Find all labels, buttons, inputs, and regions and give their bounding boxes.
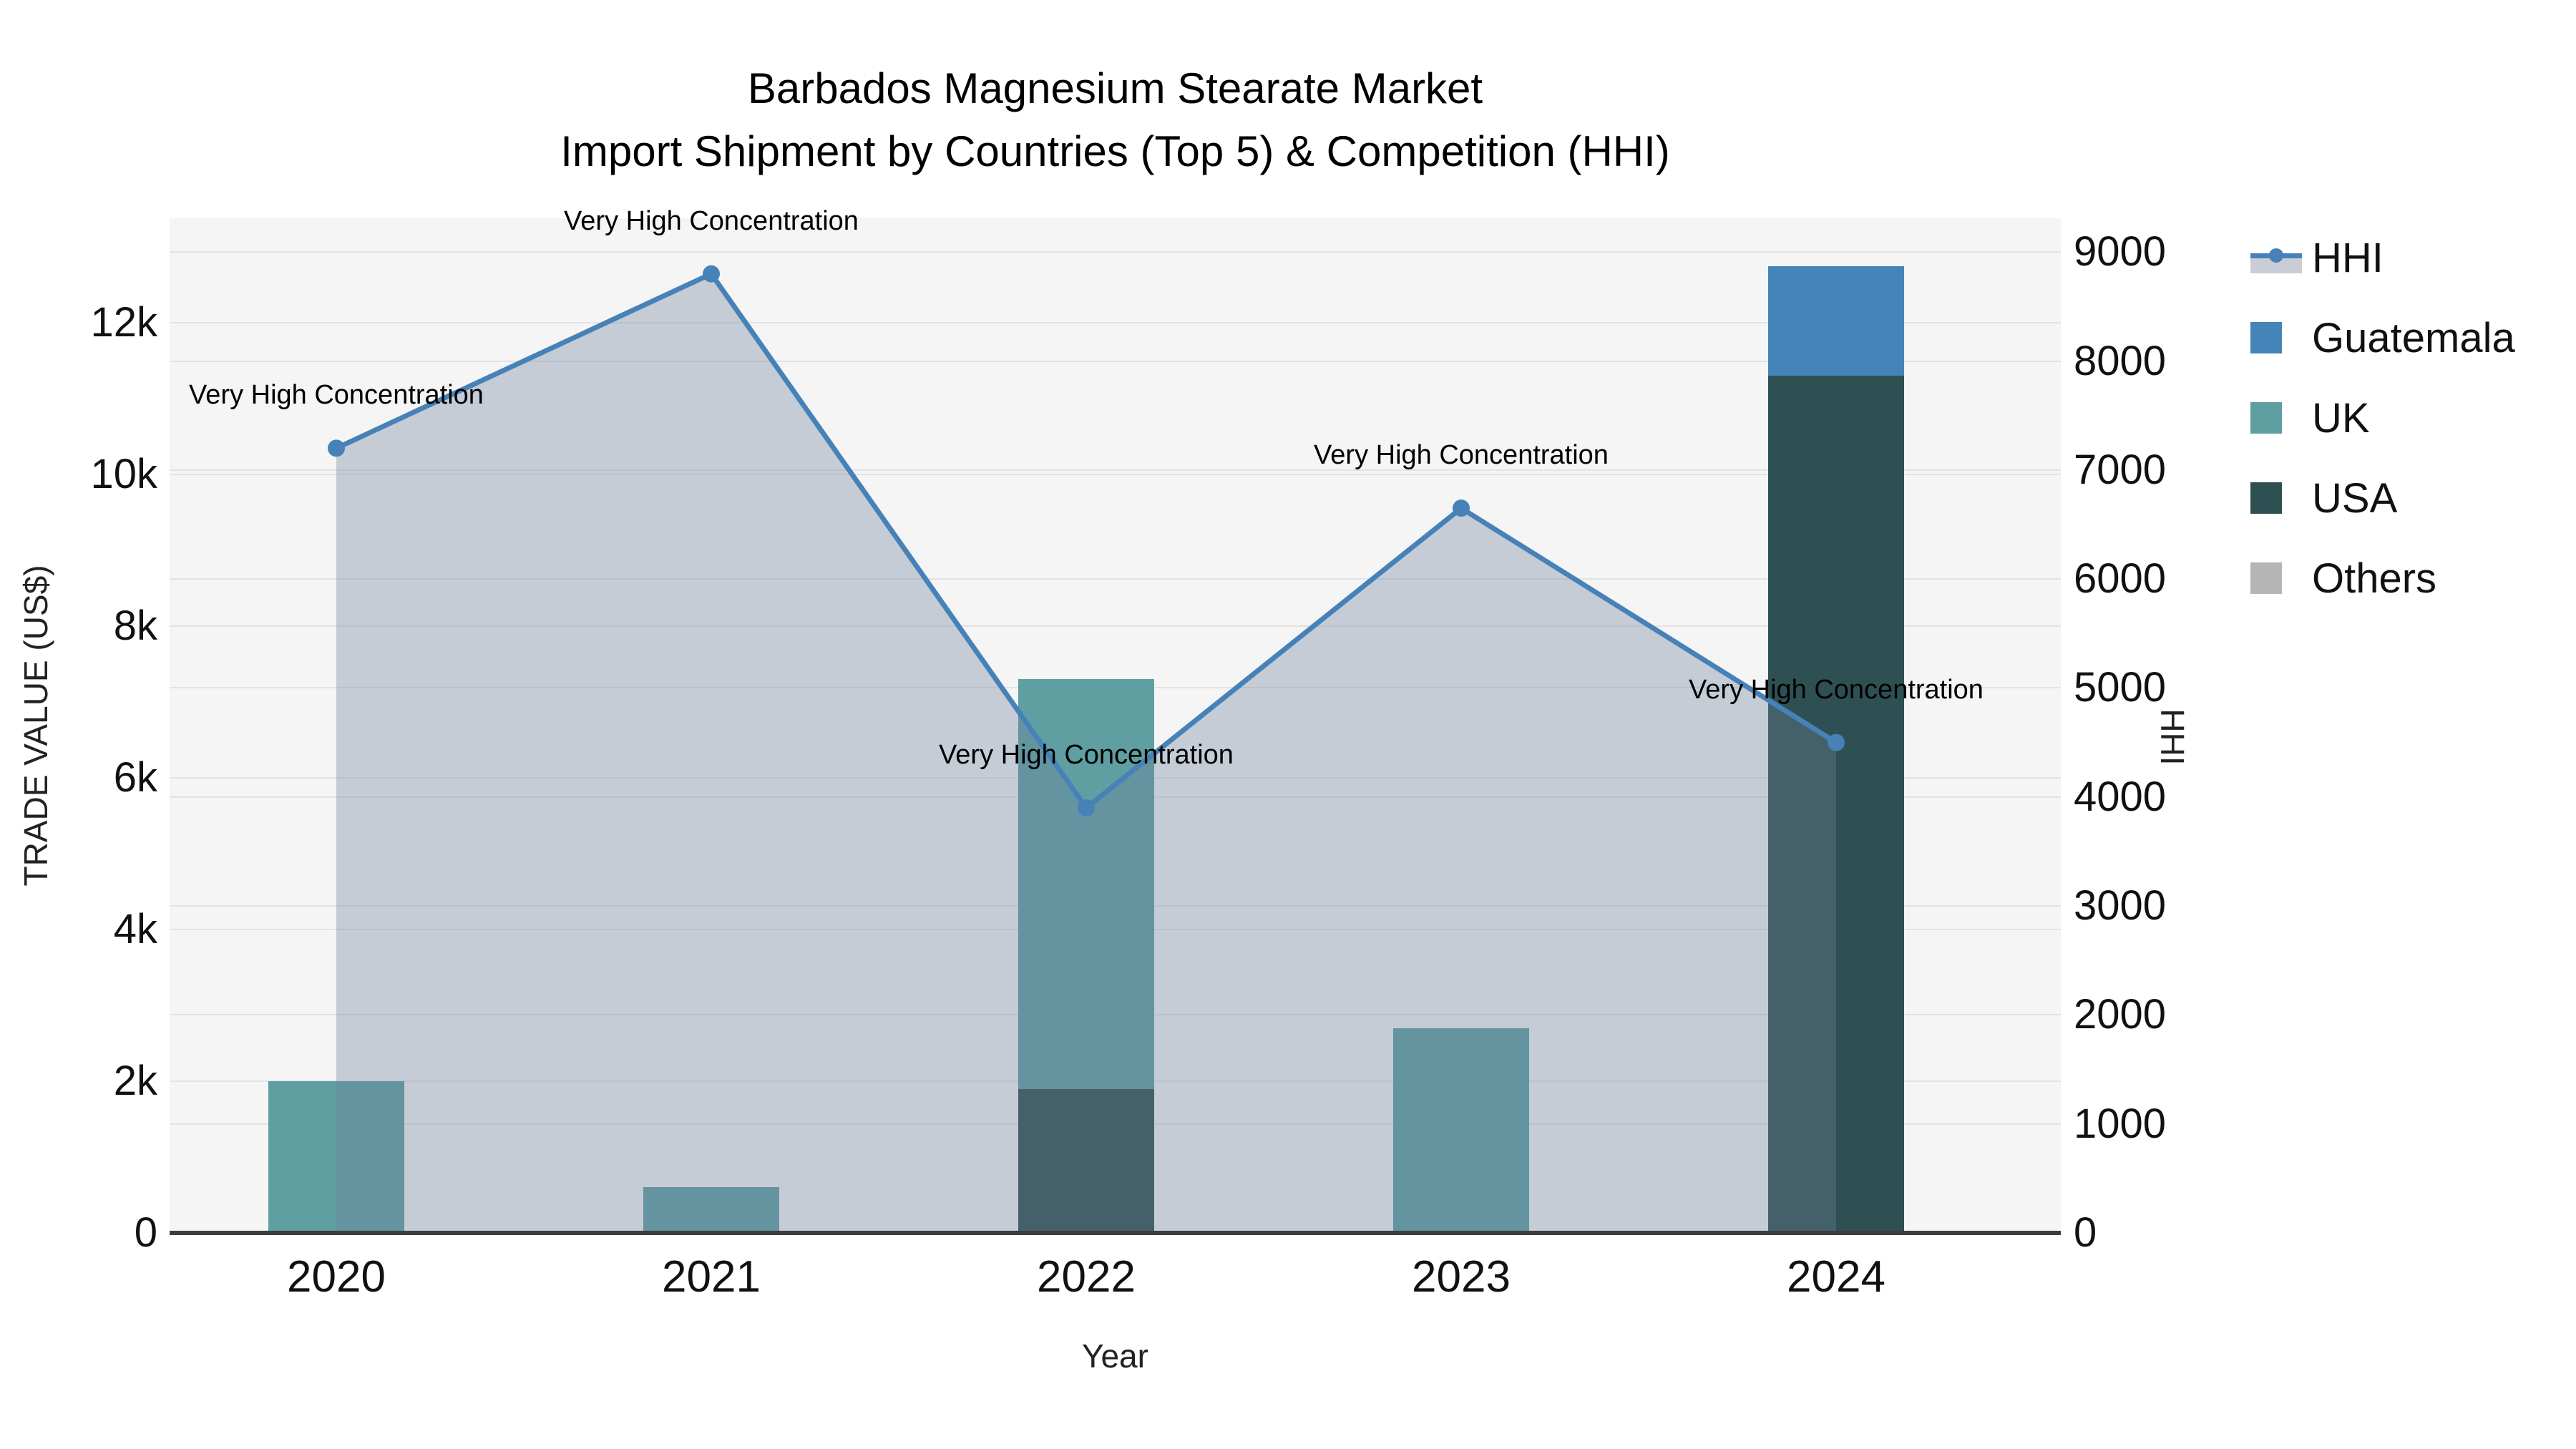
bar-segment-uk-2023[interactable]	[1393, 1028, 1529, 1233]
legend-label-guatemala: Guatemala	[2312, 314, 2515, 361]
y-left-axis-title: TRADE VALUE (US$)	[17, 565, 54, 887]
hhi-annotation: Very High Concentration	[1314, 440, 1609, 471]
chart-title: Barbados Magnesium Stearate Market Impor…	[170, 57, 2061, 183]
y-right-tick-label: 1000	[2074, 1100, 2167, 1147]
hhi-annotation: Very High Concentration	[189, 380, 484, 411]
x-axis-line	[170, 1231, 2061, 1235]
others-swatch-icon	[2250, 562, 2282, 594]
y-right-tick-label: 4000	[2074, 773, 2167, 820]
hhi-annotation: Very High Concentration	[1689, 674, 1984, 705]
x-axis-title: Year	[1082, 1337, 1148, 1375]
y-right-tick-label: 5000	[2074, 664, 2167, 711]
hhi-annotation: Very High Concentration	[939, 739, 1234, 770]
hhi-annotation: Very High Concentration	[564, 205, 859, 236]
legend-item-usa[interactable]: USA	[2250, 458, 2515, 538]
chart-root: Barbados Magnesium Stearate Market Impor…	[0, 0, 2576, 1449]
legend: HHI Guatemala UK USA Others	[2250, 218, 2515, 618]
legend-label-usa: USA	[2312, 474, 2398, 522]
y-left-tick-label: 6k	[113, 754, 157, 801]
y-left-tick-label: 12k	[90, 299, 157, 346]
y-left-tick-label: 10k	[90, 451, 157, 498]
chart-title-line1: Barbados Magnesium Stearate Market	[747, 64, 1483, 112]
y-left-tick-label: 8k	[113, 602, 157, 650]
legend-label-others: Others	[2312, 555, 2437, 602]
legend-label-hhi: HHI	[2312, 234, 2384, 281]
bar-segment-uk-2021[interactable]	[643, 1187, 779, 1233]
uk-swatch-icon	[2250, 402, 2282, 434]
legend-item-uk[interactable]: UK	[2250, 378, 2515, 458]
legend-item-others[interactable]: Others	[2250, 538, 2515, 618]
y-right-tick-label: 3000	[2074, 882, 2167, 930]
x-tick-label: 2021	[662, 1252, 761, 1302]
y-right-tick-label: 0	[2074, 1209, 2097, 1256]
legend-item-guatemala[interactable]: Guatemala	[2250, 298, 2515, 378]
bar-segment-guatemala-2024[interactable]	[1768, 265, 1904, 376]
x-tick-label: 2024	[1787, 1252, 1885, 1302]
bar-segment-uk-2020[interactable]	[268, 1081, 404, 1233]
y-left-tick-label: 0	[134, 1209, 157, 1256]
chart-title-line2: Import Shipment by Countries (Top 5) & C…	[560, 127, 1670, 175]
legend-item-hhi[interactable]: HHI	[2250, 218, 2515, 298]
hhi-line-swatch-icon	[2250, 235, 2312, 280]
bar-segment-usa-2022[interactable]	[1018, 1088, 1154, 1233]
y-right-gridline	[170, 251, 2061, 253]
bar-segment-usa-2024[interactable]	[1768, 376, 1904, 1233]
usa-swatch-icon	[2250, 482, 2282, 514]
y-left-tick-label: 4k	[113, 906, 157, 953]
legend-label-uk: UK	[2312, 394, 2370, 441]
y-left-tick-label: 2k	[113, 1058, 157, 1105]
guatemala-swatch-icon	[2250, 322, 2282, 353]
x-tick-label: 2020	[287, 1252, 386, 1302]
x-tick-label: 2022	[1037, 1252, 1136, 1302]
y-right-tick-label: 2000	[2074, 991, 2167, 1038]
x-tick-label: 2023	[1412, 1252, 1511, 1302]
